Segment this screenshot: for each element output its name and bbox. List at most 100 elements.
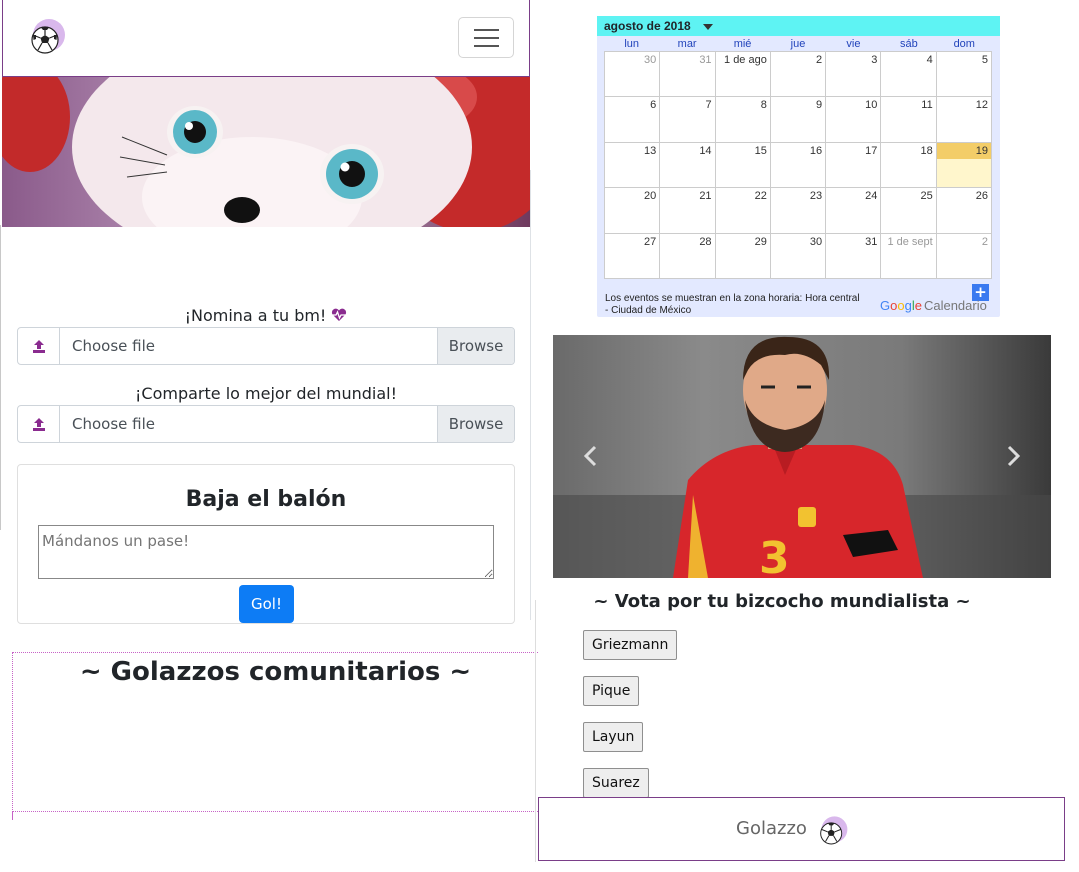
- calendar-day-number: 26: [975, 190, 988, 203]
- calendar-day-cell[interactable]: 17: [826, 142, 882, 189]
- calendar-day-cell[interactable]: 6: [605, 97, 661, 143]
- calendar-month-selector[interactable]: agosto de 2018: [597, 16, 1000, 36]
- hero-banner-image: [2, 77, 530, 227]
- page-footer: Golazzo: [538, 797, 1065, 861]
- upload-2-file-input[interactable]: Choose file Browse: [17, 405, 515, 443]
- calendar-day-number: 25: [920, 190, 933, 203]
- calendar-day-cell[interactable]: 22: [715, 188, 771, 234]
- calendar-day-cell[interactable]: 20: [605, 188, 661, 234]
- calendar-day-number: 24: [865, 190, 878, 203]
- jersey-number: 3: [759, 533, 790, 578]
- calendar-day-cell[interactable]: 13: [605, 142, 661, 189]
- calendar-day-cell[interactable]: 3: [826, 52, 882, 98]
- calendar-day-number: 11: [921, 99, 933, 112]
- calendar-day-cell[interactable]: 25: [881, 188, 937, 234]
- calendar-day-number: 9: [816, 99, 823, 112]
- dropdown-arrow-icon[interactable]: [702, 23, 713, 30]
- calendar-day-cell[interactable]: 2: [770, 52, 827, 98]
- carousel-slide-image: 3: [553, 335, 1051, 578]
- calendar-day-number: 29: [754, 235, 767, 248]
- submit-gol-button[interactable]: Gol!: [239, 585, 294, 623]
- calendar-day-number: 15: [754, 144, 767, 157]
- comment-card: Baja el balón Gol!: [17, 464, 515, 624]
- calendar-day-number: 17: [865, 144, 878, 157]
- soccer-ball-logo-icon[interactable]: [25, 16, 67, 58]
- file-name-text[interactable]: Choose file: [60, 406, 437, 442]
- calendar-day-cell[interactable]: 18: [881, 142, 937, 189]
- google-calendar-widget: agosto de 2018 lun mar mié jue vie sáb dom 30 3…: [597, 16, 1000, 317]
- calendar-day-number: 28: [699, 235, 712, 248]
- calendar-day-cell[interactable]: 7: [660, 97, 716, 143]
- vote-button-suarez[interactable]: Suarez: [583, 768, 649, 798]
- calendar-day-cell[interactable]: 21: [660, 188, 716, 234]
- vote-button-layun[interactable]: Layun: [583, 722, 644, 752]
- calendar-day-number: 5: [981, 54, 988, 66]
- vote-title: ~ Vota por tu bizcocho mundialista ~: [593, 591, 971, 612]
- community-goals-section: ~ Golazzos comunitarios ~: [12, 652, 538, 812]
- calendar-day-cell[interactable]: 14: [660, 142, 716, 189]
- upload-1-file-input[interactable]: Choose file Browse: [17, 327, 515, 365]
- calendar-day-cell[interactable]: 1 de ago: [715, 52, 771, 98]
- calendar-day-cell[interactable]: 23: [770, 188, 827, 234]
- calendar-day-number: 20: [644, 190, 657, 203]
- upload-icon[interactable]: [18, 328, 60, 364]
- calendar-day-cell[interactable]: 19: [936, 142, 992, 189]
- comment-card-title: Baja el balón: [185, 487, 347, 512]
- weekday-label: sáb: [899, 38, 918, 50]
- calendar-day-cell[interactable]: 31: [660, 52, 716, 98]
- footer-text: Golazzo: [736, 818, 807, 839]
- calendar-day-cell[interactable]: 27: [605, 233, 661, 279]
- calendar-day-cell[interactable]: 11: [881, 97, 937, 143]
- browse-button[interactable]: Browse: [437, 406, 514, 442]
- calendar-day-cell[interactable]: 16: [770, 142, 827, 189]
- community-goals-title: ~ Golazzos comunitarios ~: [79, 657, 472, 687]
- calendar-day-cell[interactable]: 30: [770, 233, 827, 279]
- calendar-day-number: 2: [981, 235, 988, 248]
- hamburger-menu-icon: [474, 29, 499, 31]
- calendar-day-number: 13: [644, 144, 657, 157]
- file-name-text[interactable]: Choose file: [60, 328, 437, 364]
- calendar-day-cell[interactable]: 9: [770, 97, 827, 143]
- calendar-day-number: 8: [760, 99, 767, 112]
- calendar-day-cell[interactable]: 12: [936, 97, 992, 143]
- left-column: ¡Nomina a tu bm! Choose file Browse ¡Com…: [0, 0, 538, 872]
- calendar-day-cell[interactable]: 31: [826, 233, 882, 279]
- calendar-day-number: 19: [936, 142, 991, 159]
- weekday-label: vie: [846, 38, 861, 50]
- google-calendar-brand[interactable]: Google Calendario: [880, 298, 987, 313]
- vote-button-pique[interactable]: Pique: [583, 676, 640, 706]
- weekday-label: dom: [953, 38, 975, 50]
- calendar-day-cell[interactable]: 30: [605, 52, 661, 98]
- vote-button-griezmann[interactable]: Griezmann: [583, 630, 678, 660]
- calendar-day-cell[interactable]: 15: [715, 142, 771, 189]
- calendar-timezone-note: Los eventos se muestran en la zona horar…: [605, 293, 860, 316]
- calendar-day-cell[interactable]: 29: [715, 233, 771, 279]
- column-divider: [530, 170, 531, 620]
- calendar-day-number: 30: [809, 235, 823, 248]
- calendar-month-label[interactable]: agosto de 2018: [604, 19, 691, 33]
- chevron-right-icon[interactable]: [1007, 445, 1021, 467]
- hamburger-menu-button[interactable]: [458, 17, 514, 58]
- calendar-day-number: 6: [650, 99, 657, 112]
- calendar-day-number: 4: [926, 54, 933, 66]
- calendar-day-cell[interactable]: 24: [826, 188, 882, 234]
- calendar-day-cell[interactable]: 26: [936, 188, 992, 234]
- column-edge: [0, 225, 1, 530]
- comment-textarea[interactable]: [38, 525, 494, 579]
- calendar-day-number: 31: [865, 235, 878, 248]
- calendar-day-cell[interactable]: 10: [826, 97, 882, 143]
- calendar-day-cell[interactable]: 2: [936, 233, 992, 279]
- calendar-day-cell[interactable]: 4: [881, 52, 937, 98]
- calendar-day-cell[interactable]: 8: [715, 97, 771, 143]
- calendar-day-number: 1 de sept: [887, 235, 933, 248]
- calendar-day-number: 22: [754, 190, 767, 203]
- upload-icon[interactable]: [18, 406, 60, 442]
- calendar-day-number: 30: [644, 54, 657, 66]
- calendar-day-cell[interactable]: 28: [660, 233, 716, 279]
- browse-button[interactable]: Browse: [437, 328, 514, 364]
- top-navbar: [2, 0, 530, 77]
- calendar-day-cell[interactable]: 5: [936, 52, 992, 98]
- calendar-day-cell[interactable]: 1 de sept: [881, 233, 937, 279]
- calendar-day-number: 18: [920, 144, 933, 157]
- chevron-left-icon[interactable]: [583, 445, 597, 467]
